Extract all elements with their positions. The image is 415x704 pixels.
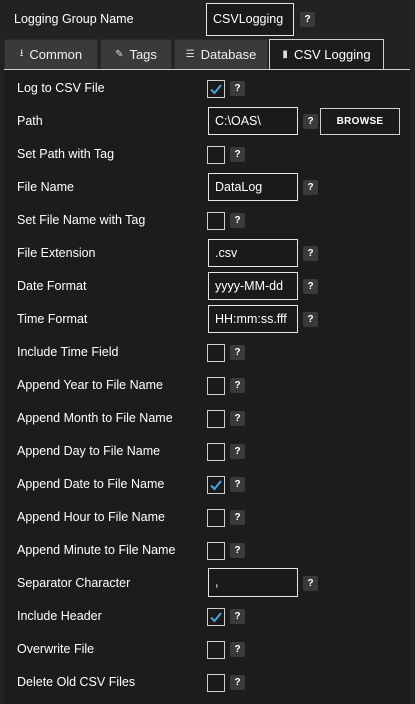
file-name-input[interactable]: DataLog [208, 173, 298, 201]
set-file-name-with-tag-checkbox[interactable] [207, 212, 225, 230]
append-month-checkbox[interactable] [207, 410, 225, 428]
help-icon[interactable]: ? [303, 180, 318, 195]
delete-old-csv-checkbox[interactable] [207, 674, 225, 692]
delete-old-csv-label: Delete Old CSV Files [17, 675, 136, 689]
help-icon[interactable]: ? [303, 312, 318, 327]
path-label: Path [17, 114, 43, 128]
checkmark-icon [210, 612, 222, 623]
logging-group-name-input[interactable]: CSVLogging [206, 3, 294, 36]
help-icon[interactable]: ? [230, 411, 245, 426]
file-name-label: File Name [17, 180, 74, 194]
help-icon[interactable]: ? [230, 642, 245, 657]
tab-database[interactable]: ☰ Database [174, 39, 268, 70]
help-icon[interactable]: ? [230, 81, 245, 96]
overwrite-file-checkbox[interactable] [207, 641, 225, 659]
include-time-field-checkbox[interactable] [207, 344, 225, 362]
help-icon[interactable]: ? [230, 477, 245, 492]
append-month-label: Append Month to File Name [17, 411, 173, 425]
help-icon[interactable]: ? [303, 576, 318, 591]
tab-csv-logging[interactable]: ▮ CSV Logging [269, 39, 384, 70]
log-to-csv-checkbox[interactable] [207, 80, 225, 98]
date-format-label: Date Format [17, 279, 87, 293]
help-icon[interactable]: ? [230, 675, 245, 690]
tag-icon: ✎ [115, 49, 124, 60]
help-icon[interactable]: ? [303, 246, 318, 261]
log-to-csv-label: Log to CSV File [17, 81, 105, 95]
help-icon[interactable]: ? [230, 609, 245, 624]
set-path-with-tag-checkbox[interactable] [207, 146, 225, 164]
tab-label: Tags [129, 47, 157, 62]
append-year-label: Append Year to File Name [17, 378, 163, 392]
append-day-label: Append Day to File Name [17, 444, 161, 458]
include-header-checkbox[interactable] [207, 608, 225, 626]
overwrite-file-label: Overwrite File [17, 642, 95, 656]
tab-label: Database [200, 47, 257, 62]
append-date-checkbox[interactable] [207, 476, 225, 494]
set-path-with-tag-label: Set Path with Tag [17, 147, 115, 161]
browse-button[interactable]: BROWSE [320, 108, 400, 135]
separator-character-input[interactable]: , [208, 568, 298, 597]
separator-character-label: Separator Character [17, 576, 131, 590]
checkmark-icon [210, 84, 222, 95]
append-hour-label: Append Hour to File Name [17, 510, 165, 524]
help-icon[interactable]: ? [230, 510, 245, 525]
date-format-input[interactable]: yyyy-MM-dd [208, 272, 298, 300]
append-minute-label: Append Minute to File Name [17, 543, 176, 557]
time-format-label: Time Format [17, 312, 88, 326]
help-icon[interactable]: ? [230, 213, 245, 228]
tab-tags[interactable]: ✎ Tags [100, 39, 172, 70]
download-icon: ⭳ [19, 48, 24, 59]
help-icon[interactable]: ? [230, 378, 245, 393]
file-extension-label: File Extension [17, 246, 96, 260]
append-date-label: Append Date to File Name [17, 477, 165, 491]
help-icon[interactable]: ? [230, 147, 245, 162]
path-input[interactable]: C:\OAS\ [208, 107, 298, 135]
help-icon[interactable]: ? [303, 279, 318, 294]
append-minute-checkbox[interactable] [207, 542, 225, 560]
set-file-name-with-tag-label: Set File Name with Tag [17, 213, 146, 227]
file-extension-input[interactable]: .csv [208, 239, 298, 267]
append-year-checkbox[interactable] [207, 377, 225, 395]
help-icon[interactable]: ? [230, 345, 245, 360]
include-time-field-label: Include Time Field [17, 345, 119, 359]
tab-label: CSV Logging [293, 47, 371, 62]
append-day-checkbox[interactable] [207, 443, 225, 461]
tab-label: Common [29, 47, 83, 62]
book-icon: ▮ [282, 49, 288, 60]
database-icon: ☰ [185, 49, 195, 60]
help-icon[interactable]: ? [230, 444, 245, 459]
tab-bar: ⭳ Common ✎ Tags ☰ Database ▮ CSV Logging [4, 39, 410, 70]
append-hour-checkbox[interactable] [207, 509, 225, 527]
time-format-input[interactable]: HH:mm:ss.fff [208, 305, 298, 333]
tab-common[interactable]: ⭳ Common [4, 39, 98, 70]
checkmark-icon [210, 480, 222, 491]
help-icon[interactable]: ? [300, 12, 315, 27]
help-icon[interactable]: ? [230, 543, 245, 558]
include-header-label: Include Header [17, 609, 102, 623]
logging-group-name-label: Logging Group Name [14, 12, 134, 26]
help-icon[interactable]: ? [303, 114, 318, 129]
